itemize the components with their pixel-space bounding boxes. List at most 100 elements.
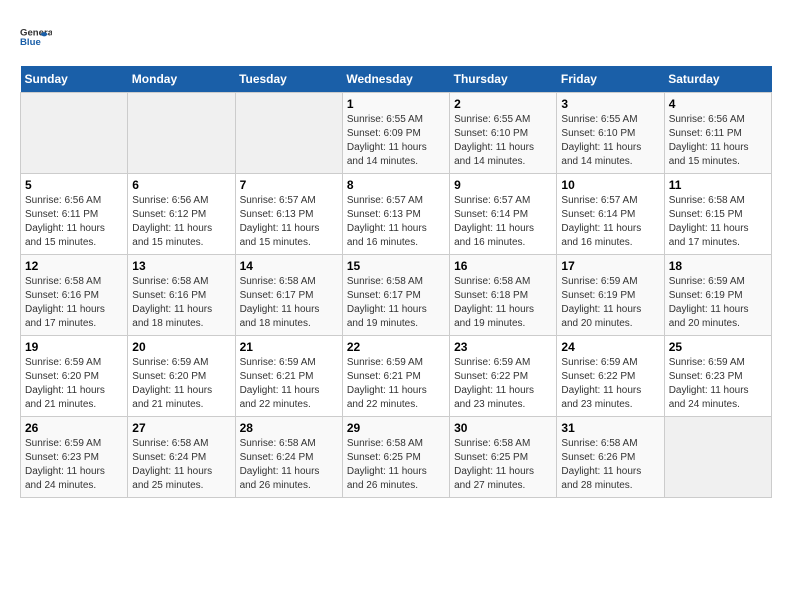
day-info: Sunrise: 6:57 AMSunset: 6:14 PMDaylight:… [561,194,659,250]
day-number: 15 [347,259,445,273]
day-info: Sunrise: 6:55 AMSunset: 6:10 PMDaylight:… [454,113,552,169]
day-number: 30 [454,421,552,435]
day-number: 3 [561,97,659,111]
day-info: Sunrise: 6:58 AMSunset: 6:25 PMDaylight:… [347,437,445,493]
weekday-header: Wednesday [342,66,449,93]
day-number: 25 [669,340,767,354]
day-number: 4 [669,97,767,111]
calendar-cell: 11 Sunrise: 6:58 AMSunset: 6:15 PMDaylig… [664,174,771,255]
calendar-cell: 20 Sunrise: 6:59 AMSunset: 6:20 PMDaylig… [128,336,235,417]
calendar-cell: 12 Sunrise: 6:58 AMSunset: 6:16 PMDaylig… [21,255,128,336]
day-number: 26 [25,421,123,435]
day-number: 7 [240,178,338,192]
weekday-header: Thursday [450,66,557,93]
calendar-cell: 23 Sunrise: 6:59 AMSunset: 6:22 PMDaylig… [450,336,557,417]
calendar-week-row: 19 Sunrise: 6:59 AMSunset: 6:20 PMDaylig… [21,336,772,417]
day-number: 22 [347,340,445,354]
calendar-cell: 27 Sunrise: 6:58 AMSunset: 6:24 PMDaylig… [128,417,235,498]
weekday-header: Saturday [664,66,771,93]
day-info: Sunrise: 6:58 AMSunset: 6:18 PMDaylight:… [454,275,552,331]
weekday-header: Tuesday [235,66,342,93]
day-info: Sunrise: 6:58 AMSunset: 6:24 PMDaylight:… [240,437,338,493]
day-info: Sunrise: 6:56 AMSunset: 6:11 PMDaylight:… [25,194,123,250]
day-number: 29 [347,421,445,435]
day-number: 24 [561,340,659,354]
calendar-cell: 10 Sunrise: 6:57 AMSunset: 6:14 PMDaylig… [557,174,664,255]
logo: General Blue [20,20,52,56]
calendar-cell: 28 Sunrise: 6:58 AMSunset: 6:24 PMDaylig… [235,417,342,498]
day-info: Sunrise: 6:55 AMSunset: 6:09 PMDaylight:… [347,113,445,169]
day-info: Sunrise: 6:59 AMSunset: 6:19 PMDaylight:… [669,275,767,331]
calendar-cell: 15 Sunrise: 6:58 AMSunset: 6:17 PMDaylig… [342,255,449,336]
calendar-cell [664,417,771,498]
day-info: Sunrise: 6:57 AMSunset: 6:14 PMDaylight:… [454,194,552,250]
day-info: Sunrise: 6:59 AMSunset: 6:22 PMDaylight:… [561,356,659,412]
weekday-header: Monday [128,66,235,93]
svg-text:Blue: Blue [20,37,41,48]
calendar-cell: 14 Sunrise: 6:58 AMSunset: 6:17 PMDaylig… [235,255,342,336]
day-number: 11 [669,178,767,192]
calendar-table: SundayMondayTuesdayWednesdayThursdayFrid… [20,66,772,498]
day-number: 13 [132,259,230,273]
calendar-cell: 16 Sunrise: 6:58 AMSunset: 6:18 PMDaylig… [450,255,557,336]
calendar-cell: 2 Sunrise: 6:55 AMSunset: 6:10 PMDayligh… [450,93,557,174]
day-info: Sunrise: 6:57 AMSunset: 6:13 PMDaylight:… [240,194,338,250]
calendar-cell: 24 Sunrise: 6:59 AMSunset: 6:22 PMDaylig… [557,336,664,417]
day-number: 9 [454,178,552,192]
day-info: Sunrise: 6:58 AMSunset: 6:17 PMDaylight:… [240,275,338,331]
day-number: 23 [454,340,552,354]
calendar-week-row: 26 Sunrise: 6:59 AMSunset: 6:23 PMDaylig… [21,417,772,498]
day-number: 10 [561,178,659,192]
calendar-cell: 3 Sunrise: 6:55 AMSunset: 6:10 PMDayligh… [557,93,664,174]
day-number: 19 [25,340,123,354]
calendar-cell: 29 Sunrise: 6:58 AMSunset: 6:25 PMDaylig… [342,417,449,498]
day-number: 18 [669,259,767,273]
calendar-week-row: 1 Sunrise: 6:55 AMSunset: 6:09 PMDayligh… [21,93,772,174]
calendar-cell: 9 Sunrise: 6:57 AMSunset: 6:14 PMDayligh… [450,174,557,255]
calendar-week-row: 12 Sunrise: 6:58 AMSunset: 6:16 PMDaylig… [21,255,772,336]
day-number: 8 [347,178,445,192]
day-info: Sunrise: 6:55 AMSunset: 6:10 PMDaylight:… [561,113,659,169]
calendar-cell: 17 Sunrise: 6:59 AMSunset: 6:19 PMDaylig… [557,255,664,336]
day-info: Sunrise: 6:59 AMSunset: 6:22 PMDaylight:… [454,356,552,412]
day-info: Sunrise: 6:59 AMSunset: 6:20 PMDaylight:… [25,356,123,412]
calendar-cell: 5 Sunrise: 6:56 AMSunset: 6:11 PMDayligh… [21,174,128,255]
day-number: 12 [25,259,123,273]
day-info: Sunrise: 6:56 AMSunset: 6:12 PMDaylight:… [132,194,230,250]
weekday-header-row: SundayMondayTuesdayWednesdayThursdayFrid… [21,66,772,93]
logo-icon: General Blue [20,20,52,56]
day-number: 6 [132,178,230,192]
calendar-cell: 8 Sunrise: 6:57 AMSunset: 6:13 PMDayligh… [342,174,449,255]
day-number: 16 [454,259,552,273]
day-info: Sunrise: 6:56 AMSunset: 6:11 PMDaylight:… [669,113,767,169]
calendar-cell: 4 Sunrise: 6:56 AMSunset: 6:11 PMDayligh… [664,93,771,174]
calendar-cell: 19 Sunrise: 6:59 AMSunset: 6:20 PMDaylig… [21,336,128,417]
day-number: 21 [240,340,338,354]
calendar-cell [235,93,342,174]
day-number: 28 [240,421,338,435]
calendar-cell: 31 Sunrise: 6:58 AMSunset: 6:26 PMDaylig… [557,417,664,498]
calendar-cell [128,93,235,174]
calendar-cell: 6 Sunrise: 6:56 AMSunset: 6:12 PMDayligh… [128,174,235,255]
calendar-cell: 25 Sunrise: 6:59 AMSunset: 6:23 PMDaylig… [664,336,771,417]
calendar-cell: 13 Sunrise: 6:58 AMSunset: 6:16 PMDaylig… [128,255,235,336]
page-header: General Blue [20,20,772,56]
day-number: 27 [132,421,230,435]
day-info: Sunrise: 6:57 AMSunset: 6:13 PMDaylight:… [347,194,445,250]
calendar-cell: 7 Sunrise: 6:57 AMSunset: 6:13 PMDayligh… [235,174,342,255]
day-number: 20 [132,340,230,354]
calendar-cell: 22 Sunrise: 6:59 AMSunset: 6:21 PMDaylig… [342,336,449,417]
day-info: Sunrise: 6:58 AMSunset: 6:24 PMDaylight:… [132,437,230,493]
day-info: Sunrise: 6:58 AMSunset: 6:16 PMDaylight:… [132,275,230,331]
day-info: Sunrise: 6:59 AMSunset: 6:23 PMDaylight:… [25,437,123,493]
day-number: 17 [561,259,659,273]
day-info: Sunrise: 6:58 AMSunset: 6:16 PMDaylight:… [25,275,123,331]
weekday-header: Friday [557,66,664,93]
calendar-cell [21,93,128,174]
day-number: 5 [25,178,123,192]
day-number: 2 [454,97,552,111]
day-info: Sunrise: 6:59 AMSunset: 6:21 PMDaylight:… [240,356,338,412]
day-number: 31 [561,421,659,435]
weekday-header: Sunday [21,66,128,93]
day-info: Sunrise: 6:59 AMSunset: 6:19 PMDaylight:… [561,275,659,331]
